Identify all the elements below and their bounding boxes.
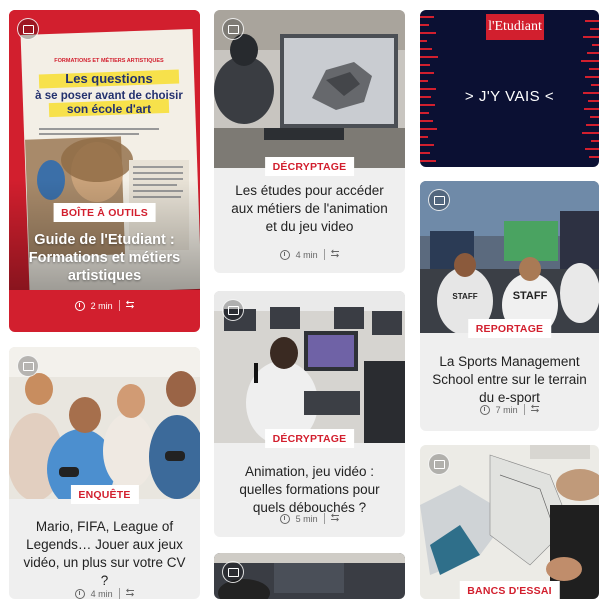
clock-icon [74, 588, 85, 599]
category-tag[interactable]: Reportage [467, 319, 552, 338]
read-time: 5 min [295, 513, 318, 524]
clock-icon [479, 404, 490, 415]
article-meta: 2 min ⮀ [9, 299, 200, 312]
category-tag[interactable]: Décryptage [264, 429, 355, 448]
article-meta: 4 min ⮀ [214, 248, 405, 261]
promo-card-jy-vais[interactable]: l'Etudiant > J'Y VAIS < [420, 10, 599, 167]
article-meta: 7 min ⮀ [420, 403, 599, 416]
category-tag[interactable]: Boîte à outils [53, 203, 156, 222]
divider [118, 588, 120, 599]
article-title[interactable]: Guide de l'Etudiant : Formations et méti… [19, 231, 190, 285]
read-time: 2 min [90, 300, 113, 311]
share-icon[interactable]: ⮀ [126, 299, 135, 312]
article-card-sports-management[interactable]: STAFF STAFF Reportage La Sports Manageme… [420, 181, 599, 431]
article-title[interactable]: Mario, FIFA, League of Legends… Jouer au… [19, 518, 190, 590]
share-icon[interactable]: ⮀ [331, 512, 340, 525]
magazine-headline-1: Les questions [65, 71, 152, 86]
article-card-partial[interactable] [214, 553, 405, 599]
category-tag[interactable]: Enquête [70, 485, 139, 504]
category-tag[interactable]: Bancs d'essai [459, 581, 560, 599]
clock-icon [279, 513, 290, 524]
article-title[interactable]: Animation, jeu vidéo : quelles formation… [224, 463, 395, 517]
article-card-animation-formations[interactable]: Décryptage Animation, jeu vidéo : quelle… [214, 291, 405, 537]
share-icon[interactable]: ⮀ [331, 248, 340, 261]
article-type-icon [428, 189, 450, 211]
clock-icon [279, 249, 290, 260]
article-card-bancs-essai[interactable]: Bancs d'essai [420, 445, 599, 599]
promo-slogan: > J'Y VAIS < [464, 88, 555, 105]
category-tag[interactable]: Décryptage [264, 157, 355, 176]
article-type-icon [17, 355, 39, 377]
divider [523, 404, 525, 415]
article-type-icon [222, 18, 244, 40]
article-title[interactable]: Les études pour accéder aux métiers de l… [224, 182, 395, 236]
magazine-headline-2: à se poser avant de choisir [35, 90, 183, 102]
article-meta: 5 min ⮀ [214, 512, 405, 525]
article-meta: 4 min ⮀ [9, 587, 200, 599]
brand-logo: l'Etudiant [486, 14, 544, 40]
article-card-animation-studies[interactable]: Décryptage Les études pour accéder aux m… [214, 10, 405, 273]
article-type-icon [222, 561, 244, 583]
divider [118, 300, 120, 311]
share-icon[interactable]: ⮀ [126, 587, 135, 599]
article-type-icon [222, 299, 244, 321]
article-type-icon [428, 453, 450, 475]
read-time: 4 min [90, 588, 113, 599]
clock-icon [74, 300, 85, 311]
article-card-guide[interactable]: FORMATIONS ET MÉTIERS ARTISTIQUES Les qu… [9, 10, 200, 332]
divider [323, 513, 325, 524]
article-type-icon [17, 18, 39, 40]
magazine-headline-3: son école d'art [67, 102, 151, 116]
divider [323, 249, 325, 260]
article-title[interactable]: La Sports Management School entre sur le… [430, 353, 589, 407]
jersey-text: STAFF [513, 290, 548, 302]
magazine-kicker: FORMATIONS ET MÉTIERS ARTISTIQUES [54, 56, 164, 64]
read-time: 4 min [295, 249, 318, 260]
article-card-video-games-cv[interactable]: Enquête Mario, FIFA, League of Legends… … [9, 347, 200, 599]
read-time: 7 min [495, 404, 518, 415]
jersey-text: STAFF [452, 292, 477, 301]
share-icon[interactable]: ⮀ [531, 403, 540, 416]
